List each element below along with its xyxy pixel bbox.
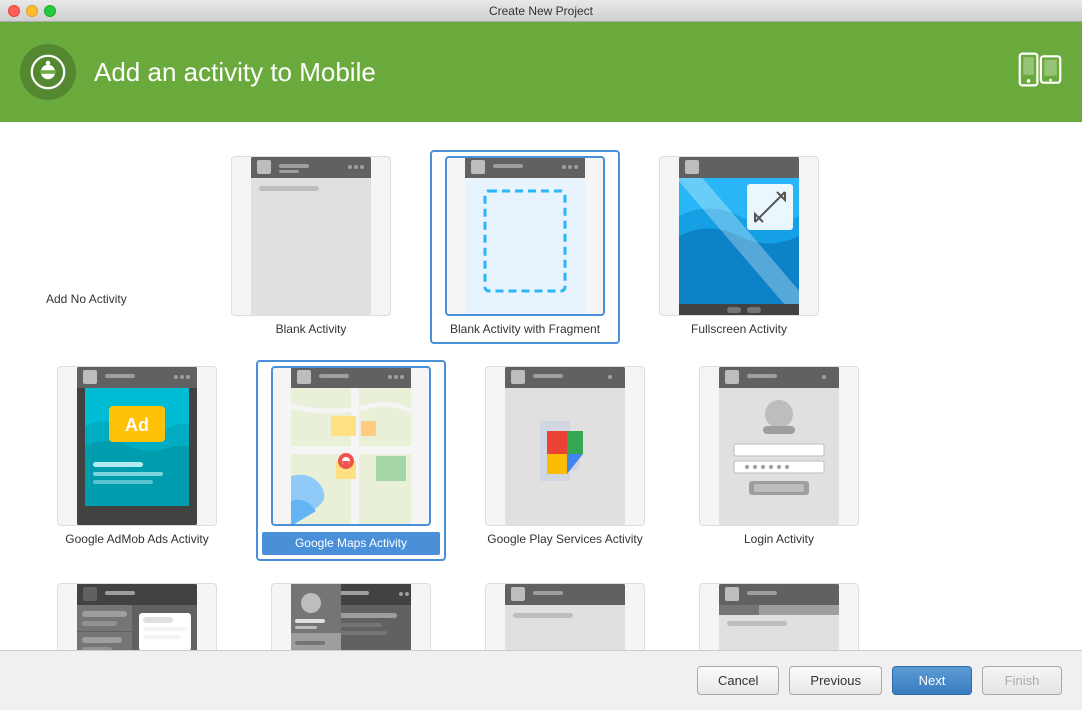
window-controls[interactable] [8,5,56,17]
activity-card-play-services[interactable]: Google Play Services Activity [470,360,660,562]
activity-card-blank-fragment[interactable]: Blank Activity with Fragment [430,150,620,344]
activity-card-master-detail[interactable]: Master/Detail Flow [42,577,232,650]
device-icon [1018,48,1062,97]
activity-grid: Add No Activity [30,142,1052,650]
activity-image-play-services [485,366,645,526]
next-button[interactable]: Next [892,666,972,695]
activity-image-maps [271,366,431,526]
activity-image-admob: Ad [57,366,217,526]
activity-image-blank-fragment [445,156,605,316]
activity-image-master-detail [57,583,217,650]
footer: Cancel Previous Next Finish [0,650,1082,710]
activity-image-tabbed [699,583,859,650]
activity-label-add-no-activity: Add No Activity [46,292,127,306]
activity-card-login[interactable]: Login Activity [684,360,874,562]
activity-card-add-no-activity[interactable]: Add No Activity [42,150,192,310]
activity-image-settings [485,583,645,650]
activity-label-login: Login Activity [744,532,814,548]
activity-image-blank [231,156,391,316]
svg-text:Ad: Ad [125,415,149,435]
android-studio-icon [20,44,76,100]
activity-card-tabbed[interactable]: Tabbed Activity [684,577,874,650]
finish-button[interactable]: Finish [982,666,1062,695]
activity-card-maps[interactable]: Google Maps Activity [256,360,446,562]
header-title: Add an activity to Mobile [94,57,376,88]
activity-label-blank-fragment: Blank Activity with Fragment [450,322,600,338]
activity-image-nav-drawer [271,583,431,650]
minimize-button[interactable] [26,5,38,17]
maximize-button[interactable] [44,5,56,17]
activity-label-fullscreen: Fullscreen Activity [691,322,787,338]
activity-image-login [699,366,859,526]
activity-grid-container: Add No Activity [0,122,1082,650]
activity-label-blank: Blank Activity [276,322,347,338]
activity-card-blank[interactable]: Blank Activity [216,150,406,344]
activity-label-play-services: Google Play Services Activity [487,532,642,548]
activity-card-fullscreen[interactable]: Fullscreen Activity [644,150,834,344]
activity-card-nav-drawer[interactable]: Navigation Drawer Activity [256,577,446,650]
window-title: Create New Project [489,4,593,18]
activity-card-admob[interactable]: Ad Google AdMob Ads Activity [42,360,232,562]
header: Add an activity to Mobile [0,22,1082,122]
activity-label-maps: Google Maps Activity [262,532,440,556]
close-button[interactable] [8,5,20,17]
activity-image-fullscreen [659,156,819,316]
activity-label-admob: Google AdMob Ads Activity [65,532,208,548]
title-bar: Create New Project [0,0,1082,22]
previous-button[interactable]: Previous [789,666,882,695]
activity-card-settings[interactable]: Settings Activity [470,577,660,650]
cancel-button[interactable]: Cancel [697,666,779,695]
